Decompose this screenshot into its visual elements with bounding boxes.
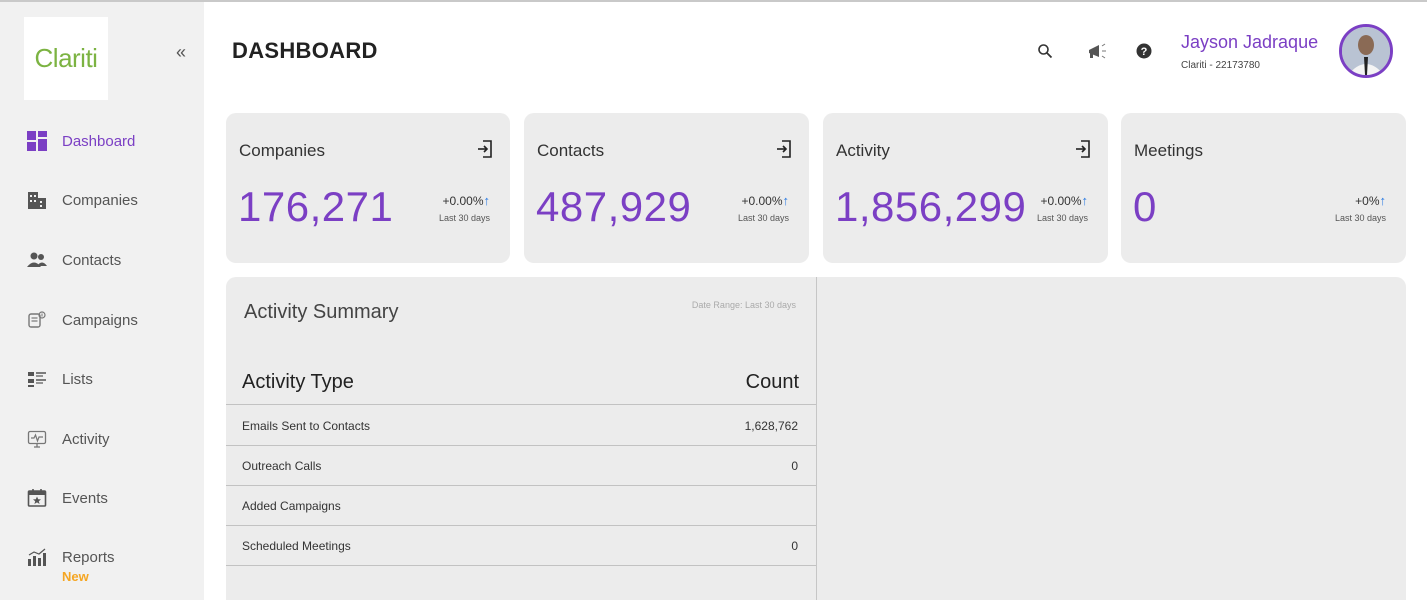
- stat-value: 487,929: [536, 183, 692, 230]
- count-cell: 0: [791, 459, 798, 473]
- search-icon[interactable]: [1034, 40, 1056, 62]
- stat-change-text: +0.00%: [741, 194, 783, 208]
- sidebar-item-activity[interactable]: Activity: [26, 425, 110, 453]
- stat-period: Last 30 days: [438, 213, 490, 223]
- stat-change: +0%↑: [1355, 193, 1386, 208]
- stat-period: Last 30 days: [1334, 213, 1386, 223]
- people-icon: [26, 249, 48, 271]
- stat-change-text: +0.00%: [1040, 194, 1082, 208]
- stat-card-contacts: Contacts 487,929 +0.00%↑ Last 30 days: [524, 113, 809, 263]
- stat-change: +0.00%↑: [741, 193, 789, 208]
- user-name[interactable]: Jayson Jadraque: [1181, 32, 1318, 53]
- stat-value: 0: [1133, 183, 1157, 230]
- stat-card-companies: Companies 176,271 +0.00%↑ Last 30 days: [226, 113, 510, 263]
- arrow-up-icon: ↑: [782, 193, 790, 208]
- help-icon[interactable]: ?: [1133, 40, 1155, 62]
- calendar-star-icon: [26, 487, 48, 509]
- stat-value: 176,271: [238, 183, 394, 230]
- export-icon[interactable]: [476, 139, 496, 159]
- table-row: Outreach Calls 0: [226, 446, 816, 486]
- bar-chart-icon: [26, 546, 48, 568]
- page-title: DASHBOARD: [232, 38, 378, 63]
- stat-title: Meetings: [1134, 141, 1203, 160]
- stat-period: Last 30 days: [1036, 213, 1088, 223]
- stat-title: Contacts: [537, 141, 605, 160]
- sidebar-item-contacts[interactable]: Contacts: [26, 246, 121, 274]
- column-header-count: Count: [745, 371, 799, 393]
- stat-card-meetings: Meetings 0 +0%↑ Last 30 days: [1121, 113, 1406, 263]
- sidebar-item-companies[interactable]: Companies: [26, 186, 138, 214]
- campaign-icon: [26, 309, 48, 331]
- megaphone-icon[interactable]: [1086, 40, 1108, 62]
- activity-type-cell: Emails Sent to Contacts: [242, 419, 371, 433]
- table-row: Emails Sent to Contacts 1,628,762: [226, 406, 816, 446]
- arrow-up-icon: ↑: [483, 193, 491, 208]
- stat-change-text: +0.00%: [442, 194, 484, 208]
- sidebar-item-label: Dashboard: [62, 132, 136, 150]
- sidebar-item-reports[interactable]: Reports: [26, 543, 115, 571]
- stat-title: Activity: [836, 141, 890, 160]
- export-icon[interactable]: [1074, 139, 1094, 159]
- table-header: Activity Type Count: [226, 357, 816, 405]
- collapse-sidebar-button[interactable]: «: [176, 42, 186, 63]
- sidebar-item-label: Reports: [62, 548, 115, 566]
- sidebar-item-campaigns[interactable]: Campaigns: [26, 306, 138, 334]
- chart-panel: [816, 277, 1406, 600]
- sidebar-item-label: Activity: [62, 430, 110, 448]
- sidebar-item-events[interactable]: Events: [26, 484, 108, 512]
- activity-type-cell: Added Campaigns: [242, 499, 341, 513]
- table-row: Scheduled Meetings 0: [226, 526, 816, 566]
- sidebar-item-label: Events: [62, 489, 108, 507]
- sidebar-item-label: Campaigns: [62, 311, 138, 329]
- dashboard-grid-icon: [26, 130, 48, 152]
- list-icon: [26, 368, 48, 390]
- activity-summary-panel: Activity Summary Date Range: Last 30 day…: [226, 277, 816, 600]
- table-row: Added Campaigns: [226, 486, 816, 526]
- export-icon[interactable]: [775, 139, 795, 159]
- count-cell: 1,628,762: [744, 419, 798, 433]
- logo[interactable]: Clariti: [24, 17, 108, 100]
- stat-change: +0.00%↑: [1040, 193, 1088, 208]
- stat-card-activity: Activity 1,856,299 +0.00%↑ Last 30 days: [823, 113, 1108, 263]
- date-range-label: Date Range: Last 30 days: [691, 300, 796, 310]
- sidebar-item-label: Contacts: [62, 251, 122, 269]
- arrow-up-icon: ↑: [1379, 193, 1387, 208]
- user-subtitle: Clariti - 22173780: [1181, 60, 1260, 71]
- stat-period: Last 30 days: [737, 213, 789, 223]
- building-icon: [26, 189, 48, 211]
- activity-monitor-icon: [26, 428, 48, 450]
- column-header-activity-type: Activity Type: [242, 371, 354, 393]
- stat-change: +0.00%↑: [442, 193, 490, 208]
- arrow-up-icon: ↑: [1081, 193, 1089, 208]
- activity-type-cell: Outreach Calls: [242, 459, 322, 473]
- sidebar-item-label: Companies: [62, 191, 138, 209]
- avatar[interactable]: [1339, 24, 1393, 78]
- new-badge: New: [62, 569, 89, 584]
- count-cell: 0: [791, 539, 798, 553]
- svg-text:?: ?: [1141, 46, 1148, 58]
- stat-change-text: +0%: [1355, 194, 1380, 208]
- activity-summary-title: Activity Summary: [244, 301, 399, 323]
- stat-title: Companies: [239, 141, 325, 160]
- sidebar-item-lists[interactable]: Lists: [26, 365, 93, 393]
- activity-type-cell: Scheduled Meetings: [242, 539, 351, 553]
- logo-text: Clariti: [34, 43, 98, 73]
- sidebar-item-dashboard[interactable]: Dashboard: [26, 127, 135, 155]
- sidebar: Clariti « Dashboard Companies Contacts C…: [0, 2, 204, 600]
- stat-value: 1,856,299: [835, 183, 1027, 230]
- sidebar-item-label: Lists: [62, 370, 93, 388]
